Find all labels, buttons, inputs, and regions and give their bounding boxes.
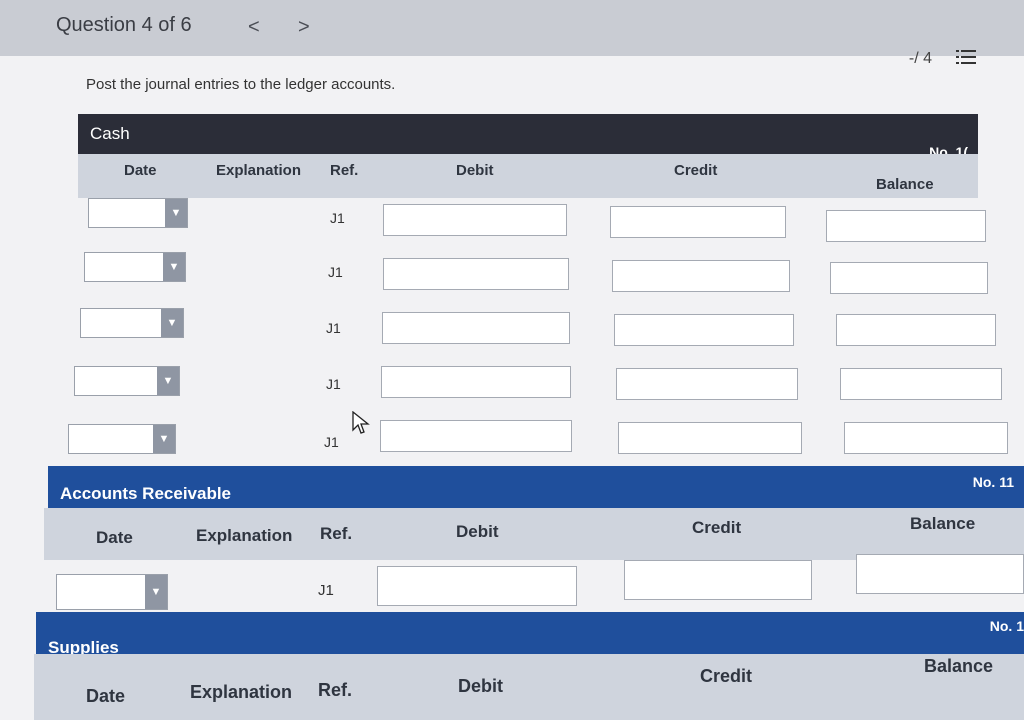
date-select[interactable]: ▼ (74, 366, 180, 396)
col-debit: Debit (458, 676, 503, 696)
credit-input[interactable] (614, 314, 794, 346)
accounts-receivable-header: Accounts Receivable No. 11 (48, 466, 1024, 514)
mouse-pointer-icon (352, 411, 370, 434)
chevron-down-icon: ▼ (165, 199, 187, 227)
chevron-down-icon: ▼ (163, 253, 185, 281)
col-date: Date (96, 528, 133, 547)
debit-input[interactable] (383, 258, 569, 290)
chevron-down-icon: ▼ (157, 367, 179, 395)
ref-value: J1 (326, 376, 341, 392)
cash-column-header: Date Explanation Ref. Debit Credit Balan… (78, 154, 978, 198)
credit-input[interactable] (612, 260, 790, 292)
date-select[interactable]: ▼ (80, 308, 184, 338)
col-debit: Debit (456, 162, 494, 179)
next-question-button[interactable]: > (298, 16, 310, 39)
debit-input[interactable] (381, 366, 571, 398)
col-ref: Ref. (320, 524, 353, 543)
account-number: No. 11 (972, 474, 1014, 490)
balance-input[interactable] (856, 554, 1024, 594)
previous-question-button[interactable]: < (248, 16, 260, 39)
account-name: Accounts Receivable (60, 484, 232, 503)
credit-input[interactable] (616, 368, 798, 400)
supplies-column-header: Date Explanation Ref. Debit Credit Balan… (34, 654, 1024, 720)
balance-input[interactable] (826, 210, 986, 242)
col-credit: Credit (700, 666, 753, 686)
question-content: -/ 4 Post the journal entries to the led… (0, 50, 1024, 720)
credit-input[interactable] (610, 206, 786, 238)
date-select[interactable]: ▼ (56, 574, 168, 610)
top-bar: Question 4 of 6 < > (0, 0, 1024, 57)
date-select[interactable]: ▼ (84, 252, 186, 282)
chevron-down-icon: ▼ (145, 575, 167, 609)
col-date: Date (86, 686, 126, 706)
date-select[interactable]: ▼ (68, 424, 176, 454)
debit-input[interactable] (377, 566, 577, 606)
ref-value: J1 (328, 264, 343, 280)
debit-input[interactable] (383, 204, 567, 236)
col-ref: Ref. (330, 162, 359, 179)
score: -/ 4 (908, 50, 932, 67)
chevron-down-icon: ▼ (161, 309, 183, 337)
col-explanation: Explanation (196, 526, 293, 545)
list-icon[interactable] (956, 48, 976, 66)
balance-input[interactable] (844, 422, 1008, 454)
question-title: Question 4 of 6 (56, 14, 192, 36)
cash-account-header: Cash No. 1( (78, 114, 978, 160)
balance-input[interactable] (840, 368, 1002, 400)
col-balance: Balance (910, 514, 976, 533)
instruction-text: Post the journal entries to the ledger a… (86, 76, 396, 93)
col-explanation: Explanation (216, 162, 302, 179)
debit-input[interactable] (382, 312, 570, 344)
col-debit: Debit (456, 522, 499, 541)
screen: Question 4 of 6 < > -/ 4 Post the journa… (0, 0, 1024, 720)
col-credit: Credit (674, 162, 718, 179)
col-ref: Ref. (318, 680, 353, 700)
account-number: No. 1 (989, 618, 1024, 634)
credit-input[interactable] (618, 422, 802, 454)
col-balance: Balance (876, 176, 934, 193)
ref-value: J1 (330, 210, 345, 226)
col-balance: Balance (924, 656, 994, 676)
debit-input[interactable] (380, 420, 572, 452)
chevron-down-icon: ▼ (153, 425, 175, 453)
ref-value: J1 (318, 582, 334, 599)
ref-value: J1 (324, 434, 339, 450)
balance-input[interactable] (836, 314, 996, 346)
ar-column-header: Date Explanation Ref. Debit Credit Balan… (44, 508, 1024, 560)
account-name: Cash (90, 124, 130, 143)
col-credit: Credit (692, 518, 742, 537)
col-date: Date (124, 162, 157, 179)
balance-input[interactable] (830, 262, 988, 294)
ref-value: J1 (326, 320, 341, 336)
col-explanation: Explanation (190, 682, 293, 702)
credit-input[interactable] (624, 560, 812, 600)
date-select[interactable]: ▼ (88, 198, 188, 228)
